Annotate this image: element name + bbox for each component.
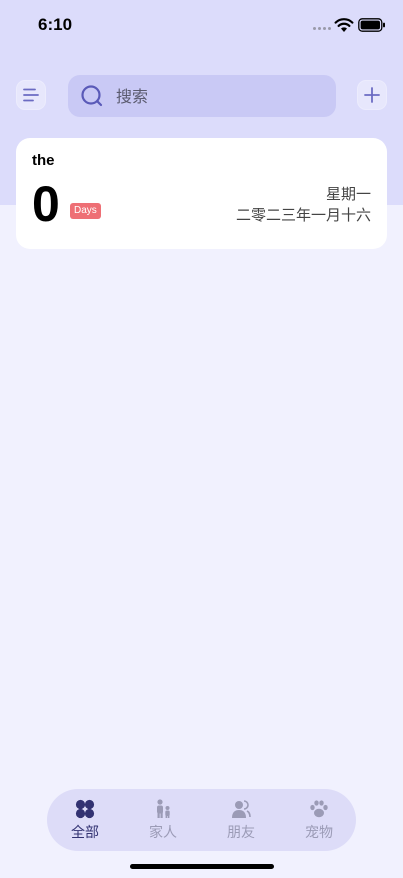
status-bar: 6:10 xyxy=(0,0,403,52)
menu-icon xyxy=(23,88,39,102)
paw-icon xyxy=(310,800,328,818)
status-time: 6:10 xyxy=(38,15,73,34)
family-icon xyxy=(157,799,170,818)
tab-family-label: 家人 xyxy=(149,825,177,841)
menu-button[interactable] xyxy=(16,80,46,110)
plus-icon xyxy=(364,87,380,103)
home-indicator xyxy=(130,864,274,869)
days-badge: Days xyxy=(70,203,101,219)
tab-family[interactable]: 家人 xyxy=(135,798,191,844)
friends-icon xyxy=(232,800,251,818)
tab-pets-label: 宠物 xyxy=(305,825,333,841)
add-button[interactable] xyxy=(357,80,387,110)
tab-pets[interactable]: 宠物 xyxy=(291,798,347,844)
four-petal-icon xyxy=(75,799,95,819)
search-icon xyxy=(81,85,103,107)
search-input[interactable] xyxy=(116,75,326,117)
event-date: 二零二三年一月十六 xyxy=(235,206,371,224)
event-day-count: 0 xyxy=(32,176,60,232)
tab-friends[interactable]: 朋友 xyxy=(213,798,269,844)
tab-all[interactable]: 全部 xyxy=(57,798,113,844)
signal-icon xyxy=(313,27,331,31)
event-weekday: 星期一 xyxy=(325,185,371,203)
event-title: the xyxy=(32,152,55,169)
tab-bar: 全部 家人 朋友 宠物 xyxy=(47,789,356,851)
event-card[interactable]: the 0 Days 星期一 二零二三年一月十六 xyxy=(16,138,387,249)
tab-all-label: 全部 xyxy=(71,825,99,841)
battery-icon xyxy=(358,18,385,32)
wifi-icon xyxy=(334,18,354,32)
search-bar[interactable] xyxy=(68,75,336,117)
tab-friends-label: 朋友 xyxy=(227,825,255,841)
